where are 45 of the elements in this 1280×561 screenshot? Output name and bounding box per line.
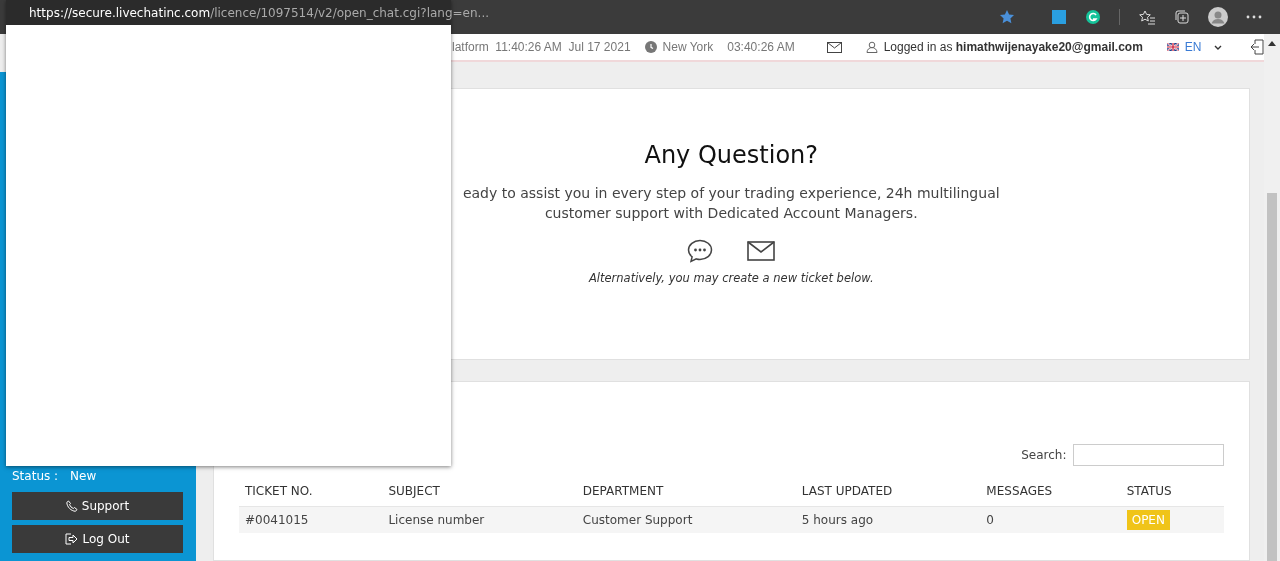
platform-time-text: latform 11:40:26 AM Jul 17 2021 <box>452 40 631 54</box>
scrollbar-thumb[interactable] <box>1266 193 1277 561</box>
column-header[interactable]: SUBJECT <box>382 480 577 507</box>
phone-icon <box>65 500 78 512</box>
logged-in-text: Logged in as himathwijenayake20@gmail.com <box>883 40 1143 54</box>
table-cell: Customer Support <box>576 506 796 533</box>
profile-avatar-icon[interactable] <box>1208 7 1228 27</box>
table-cell: 5 hours ago <box>795 506 981 533</box>
mail-icon[interactable] <box>747 241 776 261</box>
scroll-up-icon[interactable] <box>1267 40 1276 46</box>
mail-icon[interactable] <box>826 41 842 53</box>
city-time: 03:40:26 AM <box>727 40 795 54</box>
search-label: Search: <box>1021 448 1067 462</box>
logout-button[interactable]: Log Out <box>12 525 183 553</box>
more-icon[interactable] <box>1246 15 1262 19</box>
extension-icon[interactable] <box>1085 9 1101 25</box>
clock-icon <box>644 41 657 53</box>
status-label: Status : <box>12 469 59 483</box>
user-icon <box>865 41 878 53</box>
uk-flag-icon <box>1166 43 1179 51</box>
column-header[interactable]: MESSAGES <box>980 480 1121 507</box>
logout-icon <box>65 533 79 545</box>
column-header[interactable]: STATUS <box>1120 480 1224 507</box>
collections-icon[interactable] <box>1174 9 1190 25</box>
contact-title: Any Question? <box>644 141 818 169</box>
favorites-icon[interactable] <box>1138 9 1156 25</box>
city-name: New York <box>662 40 714 54</box>
caret-icon[interactable] <box>1213 44 1222 50</box>
table-cell: License number <box>382 506 577 533</box>
popup-url: https://secure.livechatinc.com/licence/1097514/v2/open_chat.cgi?lang=en... <box>29 5 490 20</box>
column-header[interactable]: LAST UPDATED <box>795 480 981 507</box>
ticket-hint-text: Alternatively, you may create a new ticket below. <box>588 271 874 285</box>
support-button[interactable]: Support <box>12 492 183 520</box>
table-cell: #0041015 <box>239 506 383 533</box>
table-cell: 0 <box>980 506 1121 533</box>
chat-bubble-icon[interactable] <box>687 239 714 263</box>
search-field[interactable] <box>1072 444 1224 466</box>
status-badge: OPEN <box>1126 510 1170 530</box>
logout-icon[interactable] <box>1249 39 1264 55</box>
column-header[interactable]: DEPARTMENT <box>576 480 796 507</box>
status-value: New <box>70 469 97 483</box>
favorite-star-icon[interactable] <box>999 9 1015 25</box>
language-selector[interactable]: EN <box>1184 40 1202 54</box>
contact-description: eady to assist you in every step of your trading experience, 24h multilingual customer support with Dedicated Account Managers. <box>461 184 1001 223</box>
column-header[interactable]: TICKET NO. <box>239 480 383 507</box>
